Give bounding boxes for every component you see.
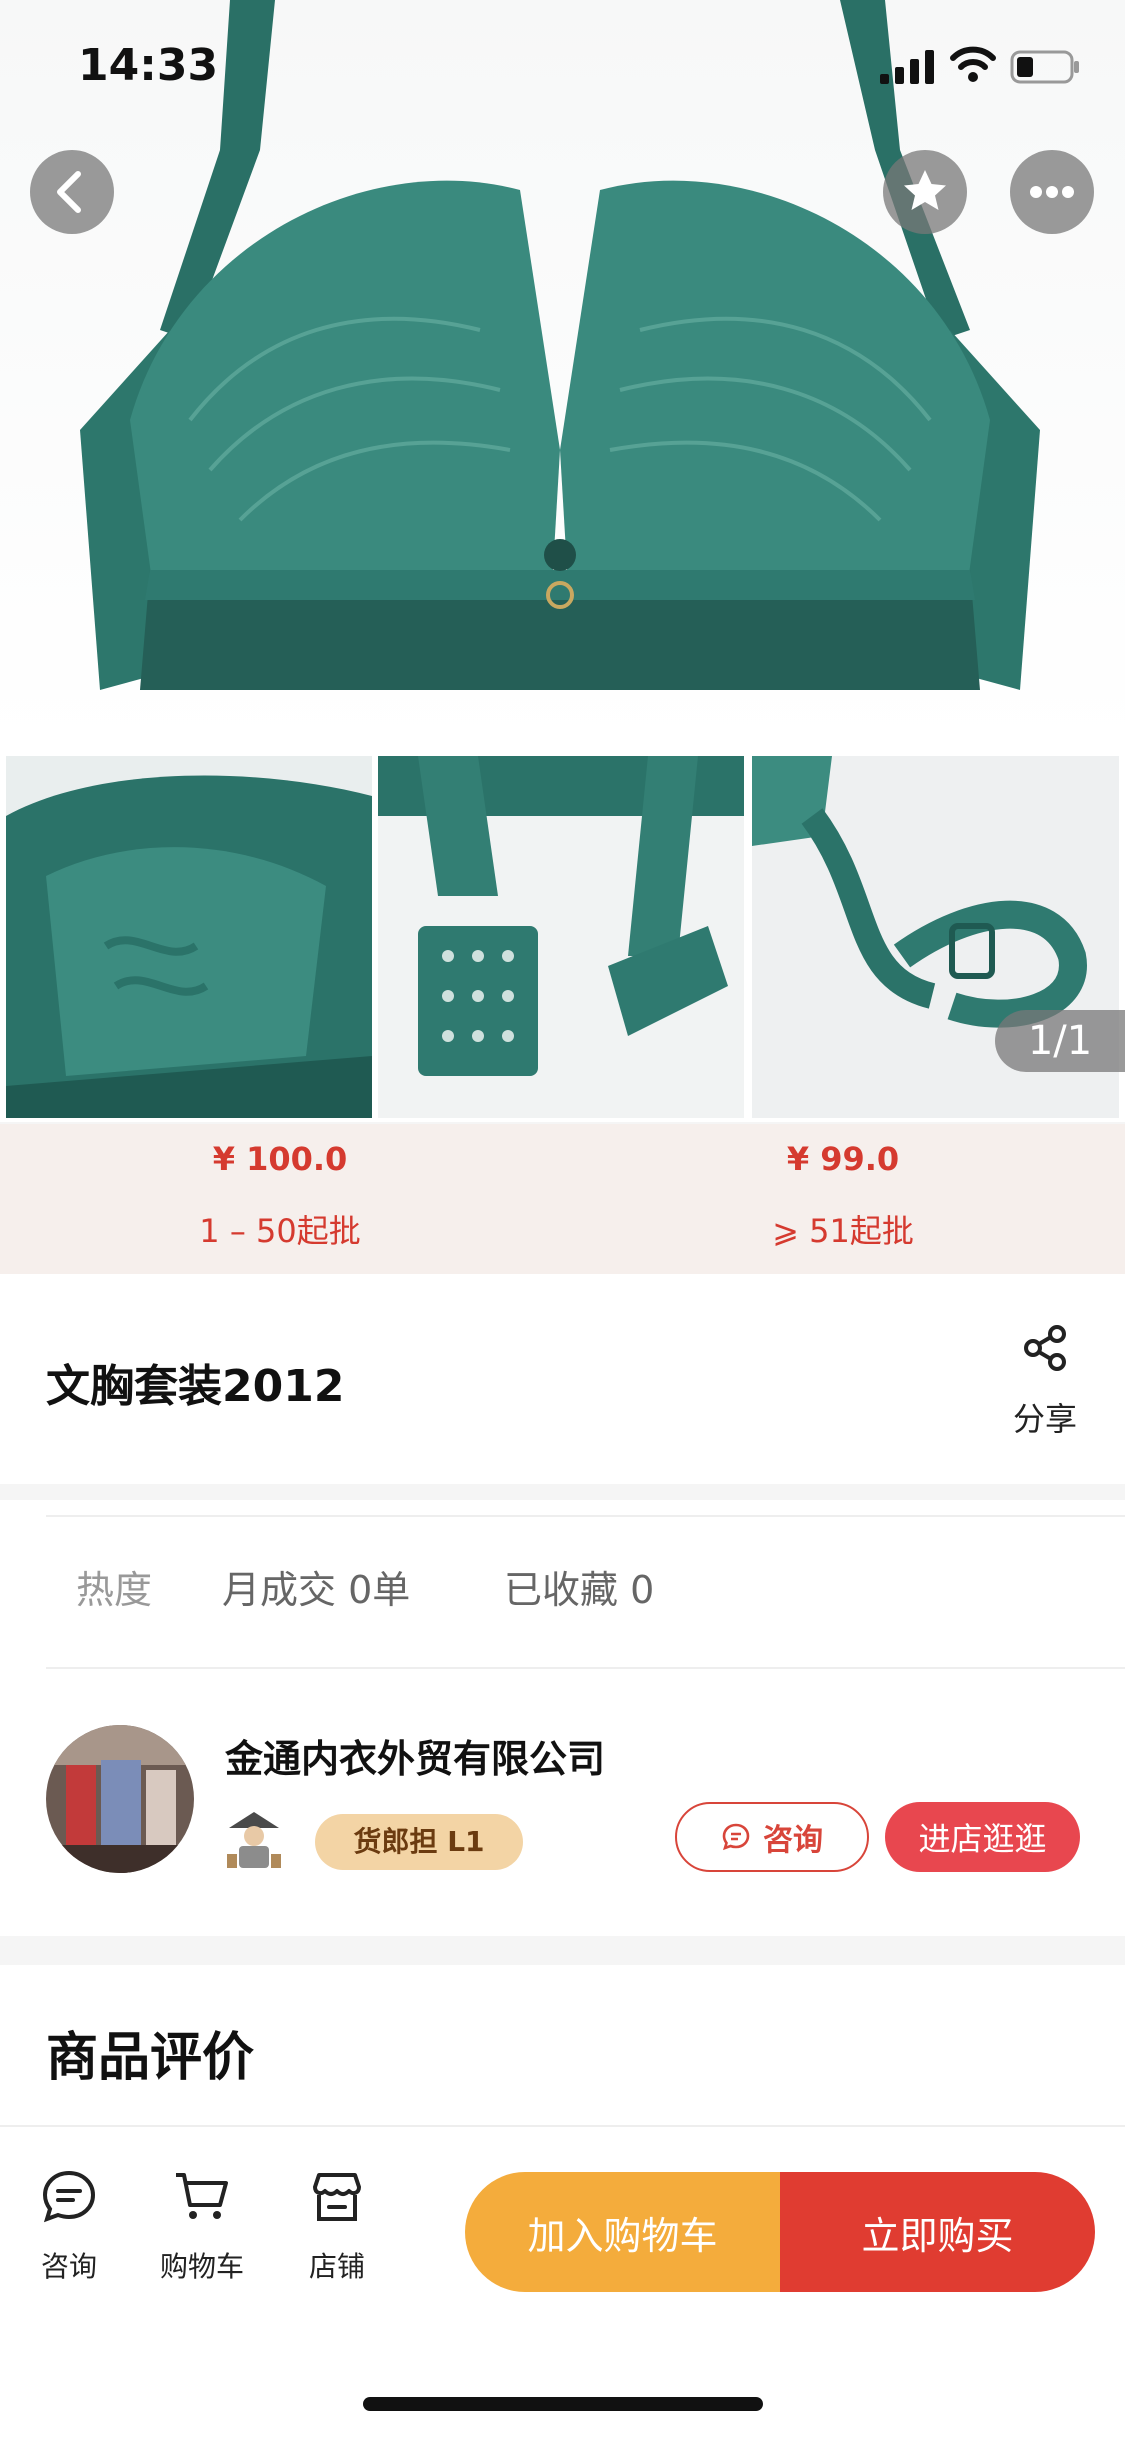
price-tier: ¥ 99.0 ⩾ 51起批 (693, 1140, 993, 1252)
battery-icon (1010, 50, 1079, 84)
star-icon (904, 170, 946, 210)
visit-store-label: 进店逛逛 (918, 1820, 1047, 1858)
gallery-page-indicator: 1/1 (995, 1010, 1125, 1072)
stat-favorites: 已收藏 0 (504, 1568, 655, 1612)
nav-store-label: 店铺 (308, 2250, 365, 2283)
stats-and-store-card: 热度 月成交 0单 已收藏 0 金通内衣外贸有限公司 货郎担 L1 咨询 进店逛… (0, 1500, 1125, 1936)
main-product-image[interactable]: 14:33 (0, 0, 1125, 750)
cart-icon (176, 2173, 228, 2219)
back-button[interactable] (30, 150, 114, 234)
wifi-icon (950, 46, 996, 82)
reviews-section: 商品评价 (0, 1965, 1125, 2125)
nav-cart-label: 购物车 (159, 2250, 244, 2283)
stat-monthly-sales: 月成交 0单 (222, 1568, 411, 1612)
share-button[interactable]: 分享 (1000, 1324, 1090, 1444)
favorite-button[interactable] (883, 150, 967, 234)
visit-store-button[interactable]: 进店逛逛 (885, 1802, 1080, 1872)
product-title-card: 文胸套装2012 分享 (0, 1274, 1125, 1484)
nav-consult[interactable]: 咨询 (14, 2167, 124, 2285)
tier-quantity: 1 – 50起批 (199, 1212, 361, 1250)
merchant-level-icon (227, 1812, 281, 1868)
price-tier: ¥ 100.0 1 – 50起批 (130, 1140, 430, 1252)
stat-heat: 热度 (76, 1568, 153, 1612)
store-consult-button[interactable]: 咨询 (675, 1802, 869, 1872)
store-icon (313, 2173, 361, 2221)
tier-price: ¥ 99.0 (786, 1140, 900, 1178)
back-icon (57, 171, 81, 213)
status-bar: 14:33 (0, 0, 1125, 130)
thumbnail-inner-cup[interactable] (6, 756, 372, 1118)
nav-cart[interactable]: 购物车 (147, 2167, 257, 2285)
store-avatar[interactable] (46, 1725, 194, 1873)
price-tiers: ¥ 100.0 1 – 50起批 ¥ 99.0 ⩾ 51起批 (0, 1124, 1125, 1274)
detail-thumbnails (0, 750, 1125, 1122)
nav-consult-label: 咨询 (40, 2250, 97, 2283)
chat-icon (42, 2170, 96, 2223)
merchant-level-badge: 货郎担 L1 (315, 1814, 523, 1870)
status-time: 14:33 (78, 40, 219, 91)
product-title: 文胸套装2012 (46, 1361, 345, 1412)
share-label: 分享 (1012, 1400, 1077, 1438)
cellular-signal-icon (880, 50, 934, 84)
home-indicator[interactable] (363, 2397, 763, 2411)
thumbnail-hook-closure[interactable] (378, 756, 744, 1118)
store-consult-label: 咨询 (763, 1823, 823, 1858)
more-icon (1030, 186, 1074, 198)
tier-quantity: ⩾ 51起批 (772, 1212, 914, 1250)
tier-price: ¥ 100.0 (212, 1140, 348, 1178)
chat-icon (722, 1823, 750, 1851)
share-icon (1024, 1325, 1066, 1371)
store-name[interactable]: 金通内衣外贸有限公司 (225, 1728, 605, 1783)
nav-store[interactable]: 店铺 (282, 2167, 392, 2285)
bottom-action-bar: 咨询 购物车 店铺 加入购物车 立即购买 (0, 2125, 1125, 2438)
add-to-cart-button[interactable]: 加入购物车 (465, 2172, 780, 2292)
stats-row: 热度 月成交 0单 已收藏 0 (46, 1515, 1125, 1669)
reviews-title: 商品评价 (46, 2028, 255, 2088)
more-button[interactable] (1010, 150, 1094, 234)
store-avatar-image (46, 1725, 194, 1873)
buy-now-button[interactable]: 立即购买 (780, 2172, 1095, 2292)
